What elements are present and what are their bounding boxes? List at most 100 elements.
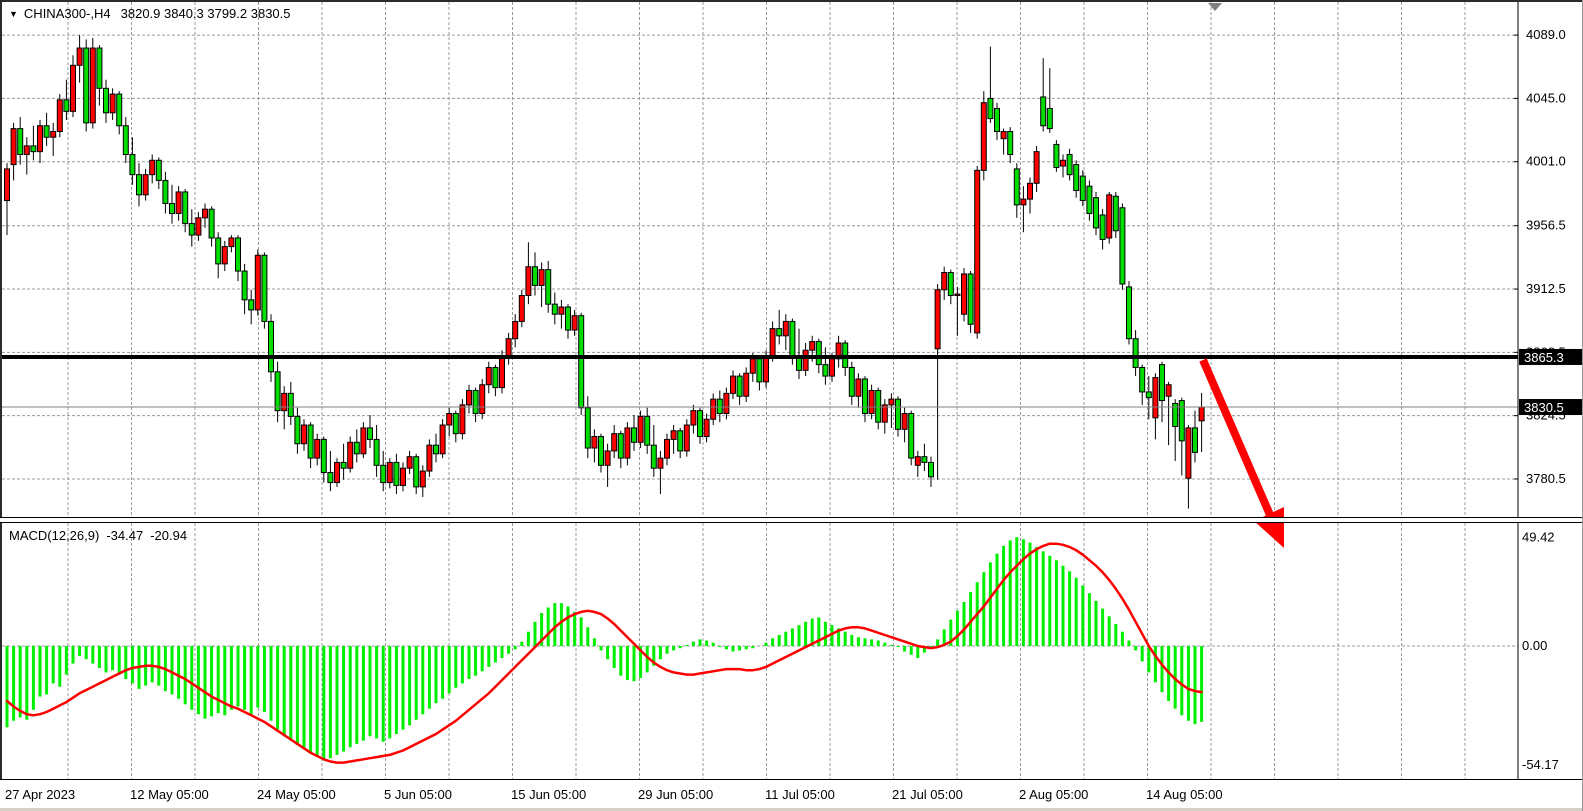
candle-body bbox=[130, 155, 135, 175]
candle-body bbox=[493, 367, 498, 387]
candle-body bbox=[447, 414, 452, 426]
candle-body bbox=[902, 414, 907, 430]
candle-body bbox=[18, 129, 23, 155]
window-frame-left bbox=[0, 0, 2, 808]
symbol-timeframe-label: CHINA300-,H4 bbox=[24, 6, 111, 21]
candle-body bbox=[394, 462, 399, 485]
candle-body bbox=[387, 462, 392, 482]
time-axis-label: 2 Aug 05:00 bbox=[1019, 787, 1088, 802]
candle-body bbox=[995, 108, 1000, 131]
candle-body bbox=[368, 428, 373, 440]
macd-value: -34.47 bbox=[106, 528, 143, 543]
candle-body bbox=[632, 428, 637, 442]
candle-body bbox=[651, 445, 656, 468]
candle-body bbox=[255, 255, 260, 310]
candle-body bbox=[288, 393, 293, 416]
candle-body bbox=[341, 462, 346, 468]
candle-body bbox=[262, 255, 267, 321]
candle-body bbox=[513, 321, 518, 338]
candle-body bbox=[117, 94, 122, 126]
candle-body bbox=[968, 274, 973, 324]
candle-body bbox=[249, 300, 254, 310]
candle-body bbox=[44, 126, 49, 138]
candle-body bbox=[572, 316, 577, 330]
candle-body bbox=[414, 457, 419, 487]
price-tick-label: 3912.5 bbox=[1526, 281, 1566, 296]
candle-body bbox=[889, 399, 894, 405]
candle-body bbox=[321, 439, 326, 472]
candle-body bbox=[71, 65, 76, 111]
candle-body bbox=[790, 321, 795, 356]
candle-body bbox=[929, 462, 934, 476]
candle-body bbox=[203, 209, 208, 218]
candle-body bbox=[420, 471, 425, 487]
candle-body bbox=[328, 473, 333, 483]
time-axis-label: 11 Jul 05:00 bbox=[765, 787, 835, 802]
candle-body bbox=[658, 458, 663, 468]
trend-arrow-shaft[interactable] bbox=[1203, 360, 1270, 515]
candle-body bbox=[1113, 196, 1118, 231]
candle-body bbox=[84, 48, 89, 123]
candle-body bbox=[645, 416, 650, 445]
candle-body bbox=[1001, 131, 1006, 138]
candle-body bbox=[176, 192, 181, 214]
macd-indicator-label: MACD(12,26,9) -34.47 -20.94 bbox=[9, 528, 187, 543]
price-tick-label: 4045.0 bbox=[1526, 90, 1566, 105]
candle-body bbox=[242, 271, 247, 300]
candle-body bbox=[348, 442, 353, 468]
chart-canvas[interactable]: 4089.04045.04001.03956.53912.53868.53824… bbox=[0, 0, 1583, 811]
candle-body bbox=[559, 307, 564, 314]
candle-body bbox=[1041, 97, 1046, 126]
candle-body bbox=[295, 416, 300, 443]
candle-body bbox=[552, 304, 557, 314]
chart-shift-marker-icon[interactable] bbox=[1208, 3, 1222, 11]
candle-body bbox=[183, 192, 188, 224]
symbol-dropdown-icon[interactable]: ▼ bbox=[9, 9, 18, 19]
candle-body bbox=[546, 270, 551, 305]
candle-body bbox=[975, 170, 980, 333]
time-axis-label: 12 May 05:00 bbox=[130, 787, 209, 802]
candle-body bbox=[1160, 365, 1165, 401]
candle-body bbox=[698, 411, 703, 437]
time-axis[interactable]: 27 Apr 202312 May 05:0024 May 05:005 Jun… bbox=[0, 779, 1583, 808]
candle-body bbox=[942, 273, 947, 290]
candle-body bbox=[229, 238, 234, 247]
candle-body bbox=[988, 98, 993, 118]
candle-body bbox=[526, 267, 531, 296]
candle-body bbox=[1107, 195, 1112, 238]
candle-body bbox=[453, 414, 458, 434]
candle-body bbox=[150, 160, 155, 174]
candle-body bbox=[473, 390, 478, 413]
candle-body bbox=[1127, 287, 1132, 339]
candle-body bbox=[1146, 392, 1151, 398]
candle-body bbox=[612, 434, 617, 451]
candle-body bbox=[1047, 108, 1052, 128]
candle-body bbox=[1120, 208, 1125, 284]
candle-body bbox=[216, 238, 221, 264]
candle-body bbox=[1028, 183, 1033, 199]
candle-body bbox=[1133, 339, 1138, 368]
candle-body bbox=[361, 428, 366, 454]
ohlc-quote-label: 3820.9 3840.3 3799.2 3830.5 bbox=[121, 6, 291, 21]
time-axis-label: 29 Jun 05:00 bbox=[638, 787, 713, 802]
candle-body bbox=[744, 373, 749, 396]
candle-body bbox=[1074, 165, 1079, 191]
candle-body bbox=[830, 359, 835, 376]
candle-body bbox=[665, 439, 670, 458]
candle-body bbox=[123, 126, 128, 155]
candle-body bbox=[308, 425, 313, 458]
candle-body bbox=[711, 399, 716, 419]
candle-body bbox=[427, 445, 432, 471]
candle-body bbox=[803, 350, 808, 370]
candle-body bbox=[170, 203, 175, 213]
candle-body bbox=[1166, 385, 1171, 397]
panel-separator[interactable] bbox=[0, 517, 1583, 523]
candle-body bbox=[955, 294, 960, 295]
time-axis-label: 21 Jul 05:00 bbox=[892, 787, 963, 802]
candle-body bbox=[1153, 378, 1158, 418]
candle-body bbox=[137, 175, 142, 195]
candle-body bbox=[579, 316, 584, 408]
candle-body bbox=[922, 457, 927, 463]
candle-body bbox=[275, 372, 280, 411]
candle-body bbox=[335, 462, 340, 482]
